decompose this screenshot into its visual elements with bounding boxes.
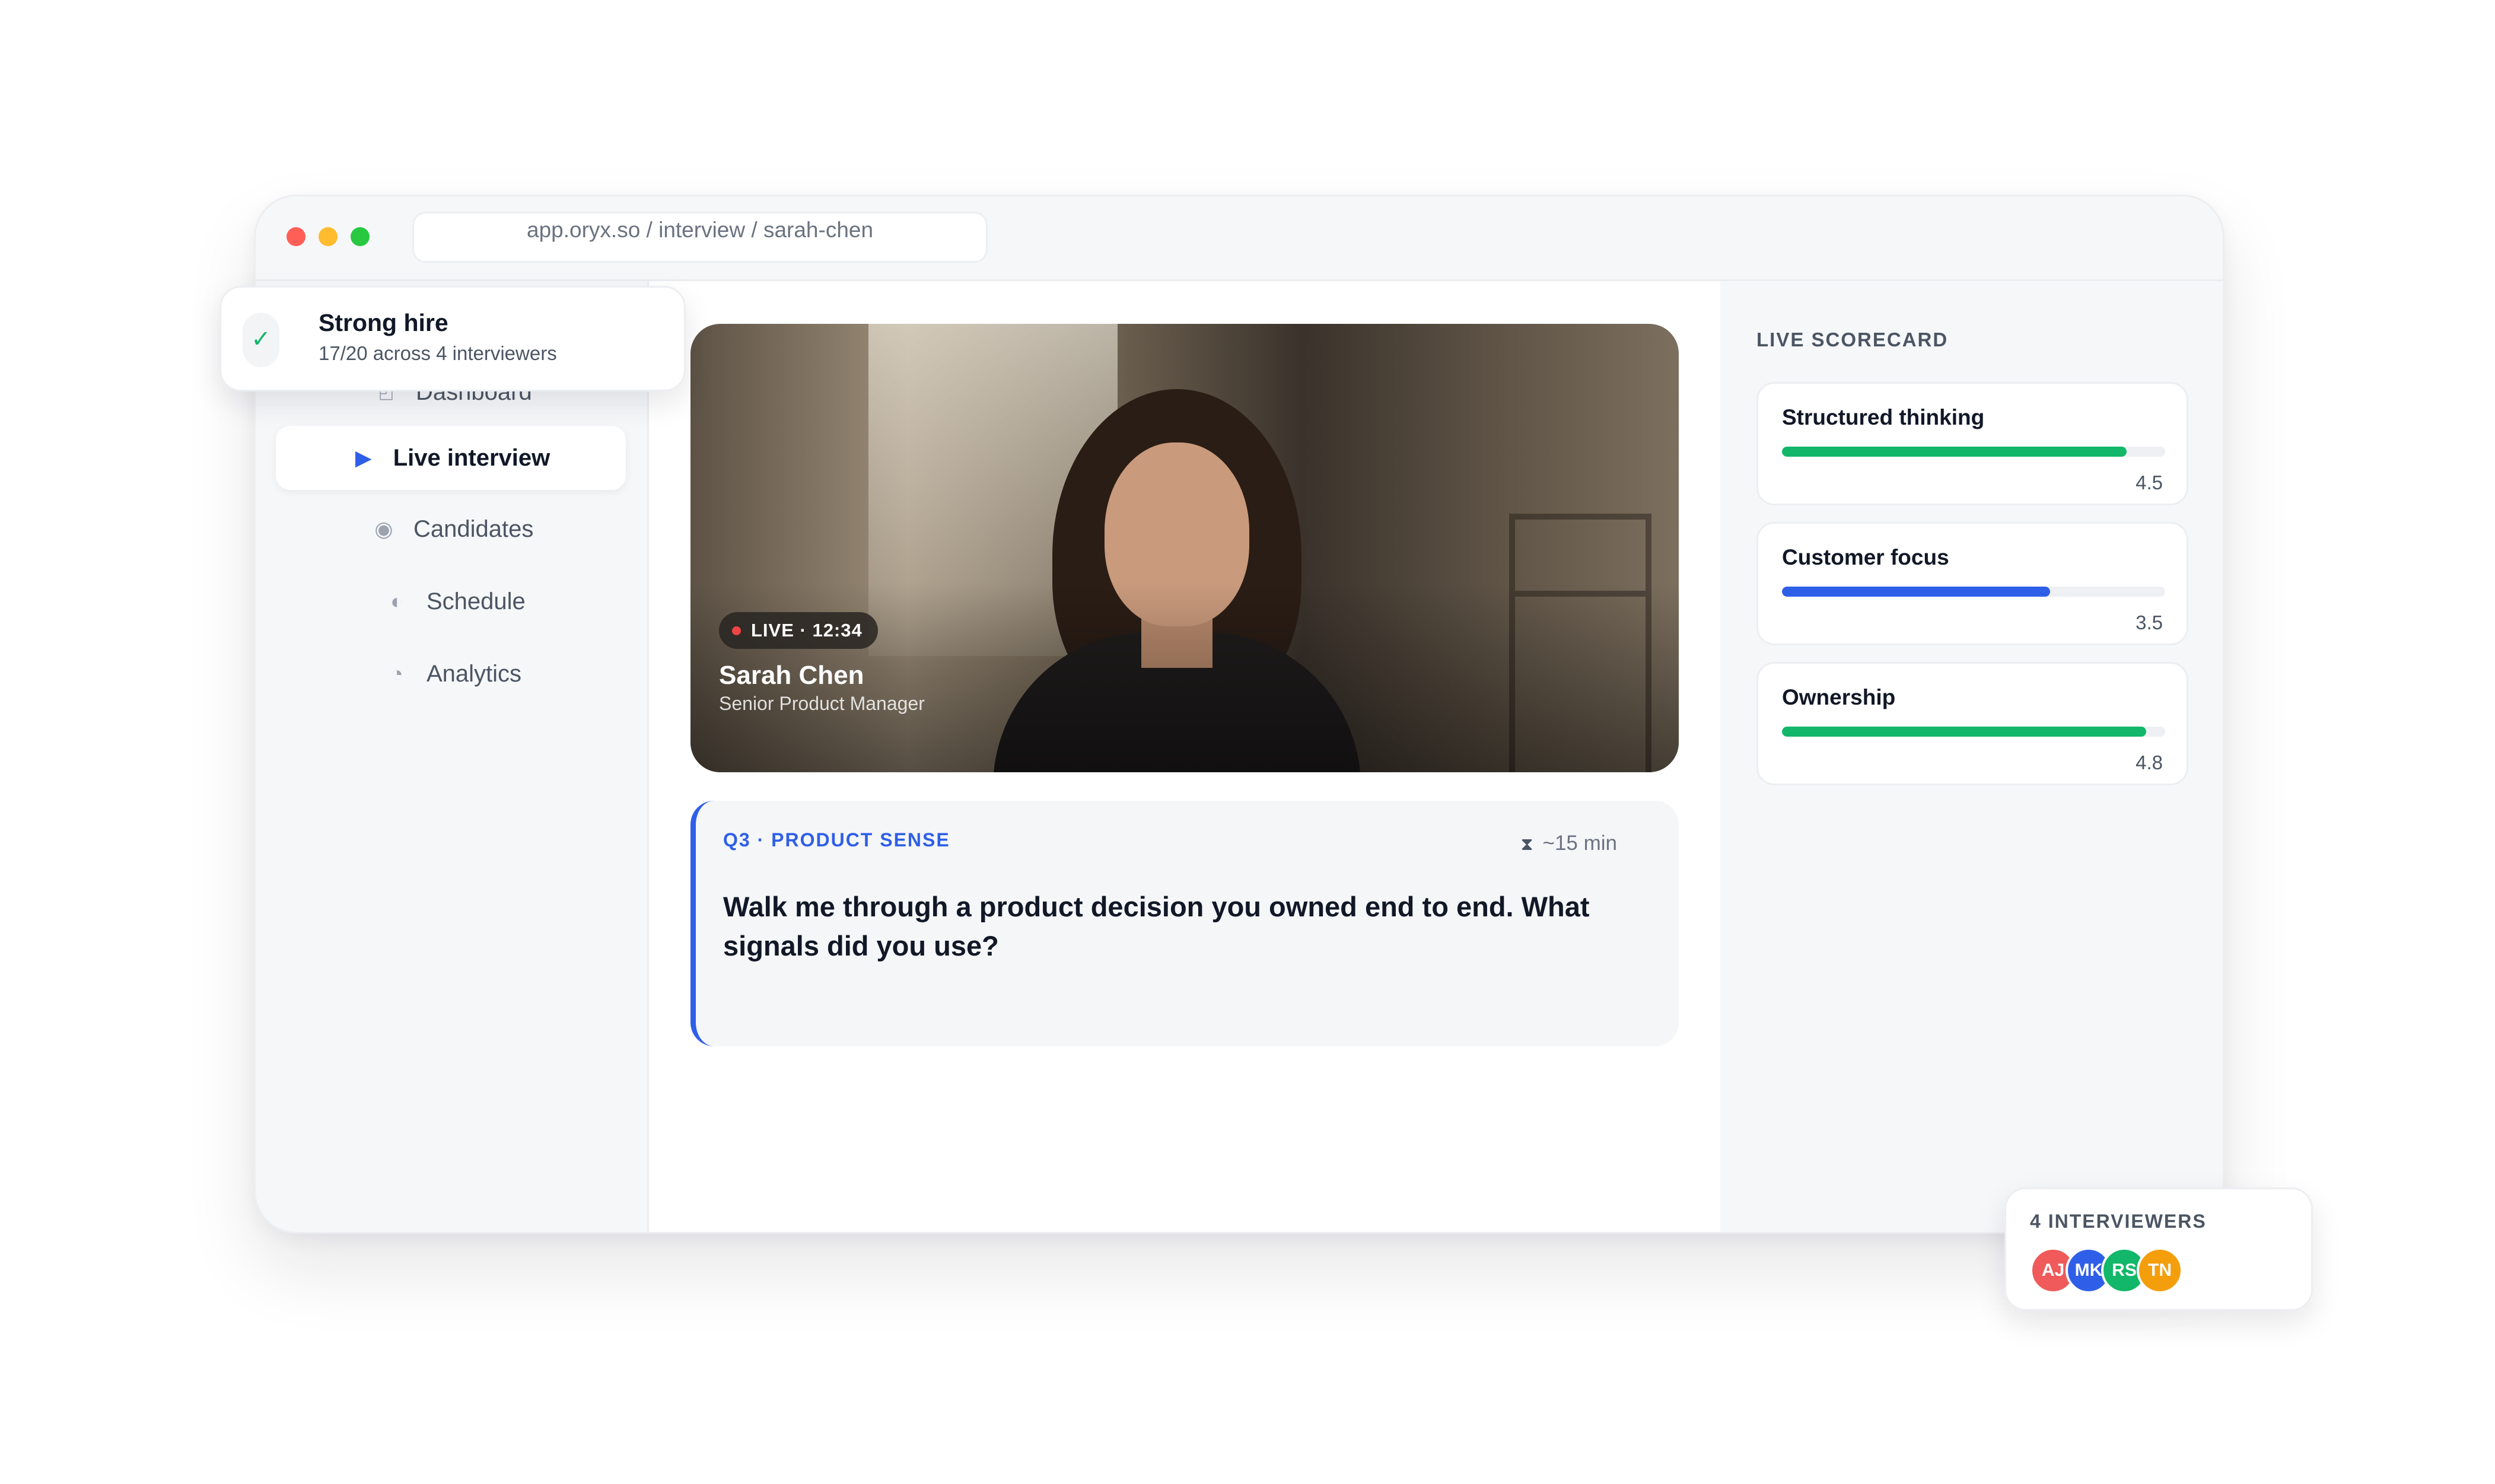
scorecard-title: LIVE SCORECARD bbox=[1756, 329, 1949, 351]
recording-dot-icon bbox=[732, 626, 741, 635]
score-card-customer-focus[interactable]: Customer focus 3.5 bbox=[1756, 522, 2188, 645]
url-text: app.oryx.so / interview / sarah-chen bbox=[527, 218, 874, 242]
hourglass-icon: ⧗ bbox=[1520, 835, 1533, 854]
scorecard-panel: LIVE SCORECARD Structured thinking 4.5 C… bbox=[1722, 281, 2223, 1232]
strong-hire-card: ✓ Strong hire 17/20 across 4 interviewer… bbox=[219, 286, 686, 391]
analytics-icon: ◔ bbox=[390, 661, 403, 686]
play-icon: ▶ bbox=[355, 445, 372, 470]
question-duration: ⧗ ~15 min bbox=[1520, 832, 1617, 855]
score-bar-fill bbox=[1782, 447, 2127, 457]
sidebar-item-label: Candidates bbox=[413, 515, 534, 542]
sidebar-item-label: Analytics bbox=[427, 660, 522, 687]
sidebar-item-label: Schedule bbox=[427, 588, 526, 614]
avatar[interactable]: TN bbox=[2137, 1247, 2183, 1294]
question-text: Walk me through a product decision you o… bbox=[723, 891, 1590, 961]
video-feed[interactable]: LIVE · 12:34 Sarah Chen Senior Product M… bbox=[690, 324, 1679, 772]
interviewers-card: 4 INTERVIEWERS AJ MK RS TN bbox=[2004, 1187, 2313, 1311]
score-value: 4.5 bbox=[2136, 472, 2163, 493]
sidebar-item-live-interview[interactable]: ▶ Live interview bbox=[276, 426, 626, 490]
browser-titlebar: app.oryx.so / interview / sarah-chen bbox=[256, 196, 2223, 281]
score-card-structured-thinking[interactable]: Structured thinking 4.5 bbox=[1756, 382, 2188, 505]
score-bar-fill bbox=[1782, 587, 2051, 597]
candidate-name: Sarah Chen bbox=[719, 661, 864, 690]
score-bar bbox=[1782, 587, 2165, 597]
score-bar bbox=[1782, 727, 2165, 737]
sidebar: ◰ Dashboard ▶ Live interview ◉ Candidate… bbox=[256, 281, 649, 1232]
main-panel: LIVE · 12:34 Sarah Chen Senior Product M… bbox=[649, 281, 1720, 1232]
candidates-icon: ◉ bbox=[374, 517, 393, 541]
sidebar-item-schedule[interactable]: ◐ Schedule bbox=[385, 569, 526, 633]
question-card: Q3 · PRODUCT SENSE ⧗ ~15 min Walk me thro… bbox=[690, 801, 1679, 1046]
score-value: 4.8 bbox=[2136, 751, 2163, 773]
hire-summary: 17/20 across 4 interviewers bbox=[319, 342, 557, 364]
question-tag: Q3 · PRODUCT SENSE bbox=[723, 829, 950, 851]
score-bar bbox=[1782, 447, 2165, 457]
check-icon: ✓ bbox=[243, 313, 279, 367]
interviewers-title: 4 INTERVIEWERS bbox=[2030, 1211, 2207, 1232]
sidebar-item-candidates[interactable]: ◉ Candidates bbox=[372, 497, 533, 561]
score-value: 3.5 bbox=[2136, 612, 2163, 633]
sidebar-item-label: Live interview bbox=[393, 444, 550, 471]
hire-verdict: Strong hire bbox=[319, 309, 448, 336]
candidate-role: Senior Product Manager bbox=[719, 693, 925, 714]
minimize-window-button[interactable] bbox=[319, 227, 338, 246]
sidebar-item-analytics[interactable]: ◔ Analytics bbox=[385, 642, 521, 706]
score-label: Structured thinking bbox=[1782, 405, 1985, 429]
score-label: Customer focus bbox=[1782, 545, 1949, 569]
schedule-icon: ◐ bbox=[390, 589, 403, 613]
maximize-window-button[interactable] bbox=[351, 227, 370, 246]
score-label: Ownership bbox=[1782, 685, 1896, 709]
live-badge: LIVE · 12:34 bbox=[719, 612, 878, 649]
address-bar[interactable]: app.oryx.so / interview / sarah-chen bbox=[412, 212, 988, 263]
score-card-ownership[interactable]: Ownership 4.8 bbox=[1756, 662, 2188, 785]
close-window-button[interactable] bbox=[287, 227, 305, 246]
score-bar-fill bbox=[1782, 727, 2146, 737]
